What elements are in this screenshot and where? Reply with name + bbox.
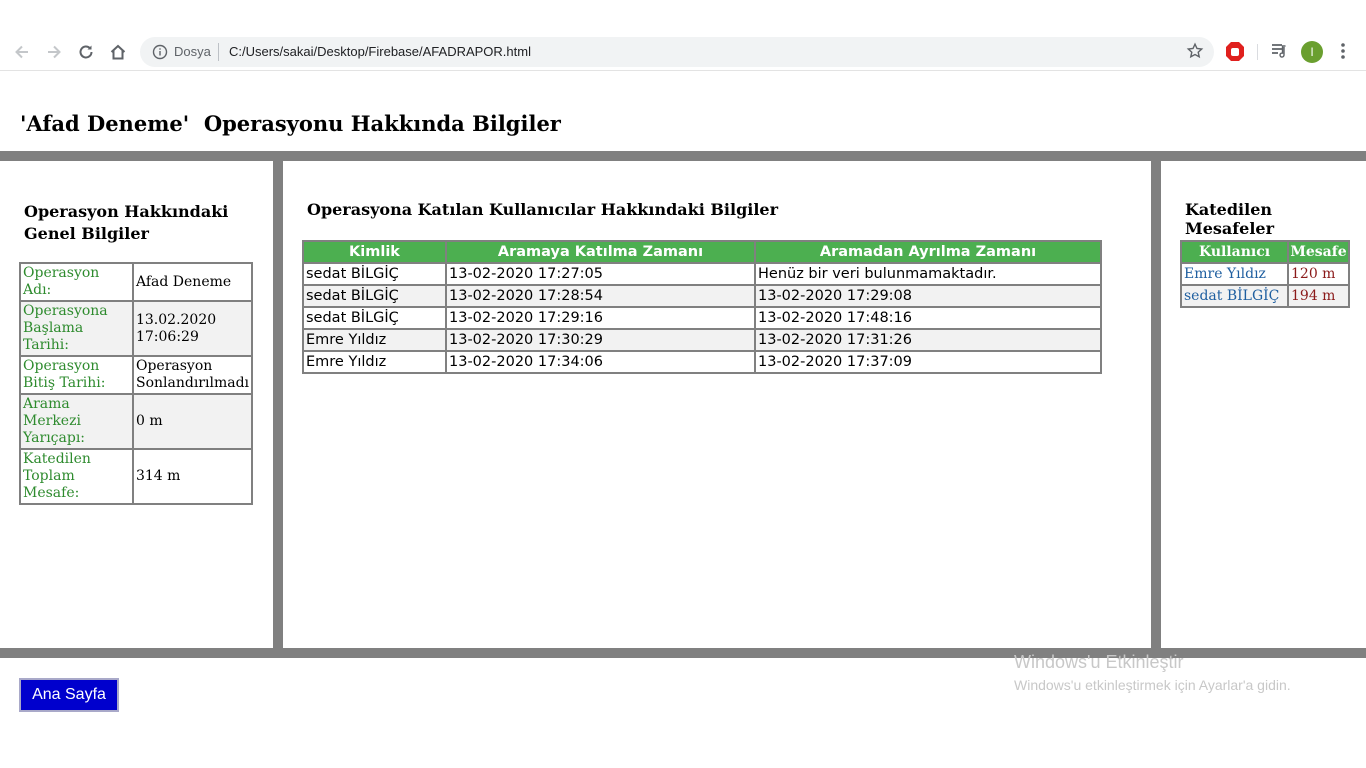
profile-avatar[interactable]: I bbox=[1301, 41, 1323, 63]
column-header-leave-time: Aramadan Ayrılma Zamanı bbox=[754, 240, 1102, 264]
reload-icon bbox=[79, 45, 93, 59]
info-value: 314 m bbox=[131, 448, 254, 505]
table-row: Emre Yıldız 13-02-2020 17:30:29 13-02-20… bbox=[302, 328, 1102, 352]
arrow-right-icon bbox=[48, 45, 61, 59]
cell-leave-time: 13-02-2020 17:29:08 bbox=[754, 284, 1102, 308]
cell-user: Emre Yıldız bbox=[302, 328, 447, 352]
info-value: Afad Deneme bbox=[131, 262, 254, 302]
info-label: Operasyon Bitiş Tarihi: bbox=[19, 355, 134, 395]
table-row: Emre Yıldız 120 m bbox=[1180, 262, 1350, 286]
table-row: Operasyona Başlama Tarihi: 13.02.2020 17… bbox=[19, 300, 254, 357]
table-row: Arama Merkezi Yarıçapı: 0 m bbox=[19, 393, 254, 450]
cell-user: sedat BİLGİÇ bbox=[302, 284, 447, 308]
cell-join-time: 13-02-2020 17:30:29 bbox=[445, 328, 756, 352]
participants-table: Kimlik Aramaya Katılma Zamanı Aramadan A… bbox=[302, 240, 1102, 374]
distances-table: Kullanıcı Mesafe Emre Yıldız 120 m sedat… bbox=[1180, 240, 1350, 308]
info-label: Arama Merkezi Yarıçapı: bbox=[19, 393, 134, 450]
cell-user: Emre Yıldız bbox=[302, 350, 447, 374]
arrow-left-icon bbox=[15, 45, 28, 59]
address-bar[interactable]: Dosya C:/Users/sakai/Desktop/Firebase/AF… bbox=[140, 37, 1214, 67]
cell-user: Emre Yıldız bbox=[1180, 262, 1289, 286]
adblock-extension-icon[interactable] bbox=[1225, 41, 1245, 67]
cell-join-time: 13-02-2020 17:34:06 bbox=[445, 350, 756, 374]
cell-join-time: 13-02-2020 17:28:54 bbox=[445, 284, 756, 308]
cell-distance: 120 m bbox=[1287, 262, 1350, 286]
info-value: 13.02.2020 17:06:29 bbox=[131, 300, 254, 357]
url-separator bbox=[218, 43, 219, 61]
top-divider-bar bbox=[0, 151, 1366, 161]
bookmark-star-icon[interactable] bbox=[1186, 42, 1204, 64]
general-info-table: Operasyon Adı: Afad Deneme Operasyona Ba… bbox=[19, 262, 254, 505]
table-row: sedat BİLGİÇ 194 m bbox=[1180, 284, 1350, 308]
column-header-kimlik: Kimlik bbox=[302, 240, 447, 264]
left-column-divider bbox=[273, 151, 283, 658]
info-icon[interactable] bbox=[152, 44, 168, 64]
table-header-row: Kullanıcı Mesafe bbox=[1180, 240, 1350, 264]
info-label: Operasyon Adı: bbox=[19, 262, 134, 302]
menu-kebab-icon[interactable] bbox=[1338, 41, 1348, 65]
info-label: Operasyona Başlama Tarihi: bbox=[19, 300, 134, 357]
reload-button[interactable] bbox=[74, 40, 98, 64]
table-row: sedat BİLGİÇ 13-02-2020 17:27:05 Henüz b… bbox=[302, 262, 1102, 286]
table-row: Operasyon Bitiş Tarihi: Operasyon Sonlan… bbox=[19, 355, 254, 395]
table-row: Operasyon Adı: Afad Deneme bbox=[19, 262, 254, 302]
table-row: Katedilen Toplam Mesafe: 314 m bbox=[19, 448, 254, 505]
table-header-row: Kimlik Aramaya Katılma Zamanı Aramadan A… bbox=[302, 240, 1102, 264]
home-icon bbox=[110, 44, 126, 60]
cell-user: sedat BİLGİÇ bbox=[1180, 284, 1289, 308]
cell-user: sedat BİLGİÇ bbox=[302, 306, 447, 330]
cell-join-time: 13-02-2020 17:27:05 bbox=[445, 262, 756, 286]
media-queue-icon[interactable] bbox=[1270, 41, 1288, 63]
column-header-join-time: Aramaya Katılma Zamanı bbox=[445, 240, 756, 264]
table-row: Emre Yıldız 13-02-2020 17:34:06 13-02-20… bbox=[302, 350, 1102, 374]
table-row: sedat BİLGİÇ 13-02-2020 17:29:16 13-02-2… bbox=[302, 306, 1102, 330]
column-header-user: Kullanıcı bbox=[1180, 240, 1289, 264]
info-value: Operasyon Sonlandırılmadı bbox=[131, 355, 254, 395]
browser-toolbar: Dosya C:/Users/sakai/Desktop/Firebase/AF… bbox=[0, 0, 1366, 71]
url-prefix: Dosya bbox=[174, 44, 211, 59]
url-text[interactable]: C:/Users/sakai/Desktop/Firebase/AFADRAPO… bbox=[229, 44, 531, 59]
home-page-button[interactable]: Ana Sayfa bbox=[19, 678, 119, 712]
cell-leave-time: 13-02-2020 17:37:09 bbox=[754, 350, 1102, 374]
forward-button[interactable] bbox=[42, 40, 66, 64]
cell-leave-time: 13-02-2020 17:31:26 bbox=[754, 328, 1102, 352]
toolbar-divider bbox=[1257, 44, 1258, 60]
back-button[interactable] bbox=[10, 40, 34, 64]
table-row: sedat BİLGİÇ 13-02-2020 17:28:54 13-02-2… bbox=[302, 284, 1102, 308]
cell-user: sedat BİLGİÇ bbox=[302, 262, 447, 286]
page-title: 'Afad Deneme' Operasyonu Hakkında Bilgil… bbox=[20, 111, 561, 136]
info-value: 0 m bbox=[131, 393, 254, 450]
distances-heading: Katedilen Mesafeler bbox=[1185, 200, 1275, 238]
info-label: Katedilen Toplam Mesafe: bbox=[19, 448, 134, 505]
general-info-heading: Operasyon Hakkındaki Genel Bilgiler bbox=[24, 202, 229, 243]
right-column-divider bbox=[1151, 151, 1161, 658]
home-button[interactable] bbox=[106, 40, 130, 64]
participants-heading: Operasyona Katılan Kullanıcılar Hakkında… bbox=[307, 200, 779, 219]
cell-join-time: 13-02-2020 17:29:16 bbox=[445, 306, 756, 330]
cell-leave-time: 13-02-2020 17:48:16 bbox=[754, 306, 1102, 330]
cell-distance: 194 m bbox=[1287, 284, 1350, 308]
column-header-distance: Mesafe bbox=[1287, 240, 1350, 264]
activation-watermark-title: Windows'u Etkinleştir bbox=[1014, 652, 1184, 672]
activation-watermark-subtitle: Windows'u etkinleştirmek için Ayarlar'a … bbox=[1014, 677, 1291, 693]
cell-leave-time: Henüz bir veri bulunmamaktadır. bbox=[754, 262, 1102, 286]
